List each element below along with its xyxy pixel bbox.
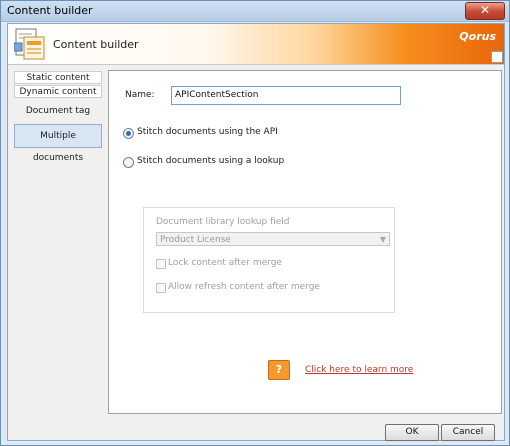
header-banner: Content builder Qorus bbox=[8, 24, 504, 65]
content-builder-icon bbox=[14, 28, 45, 60]
window-title: Content builder bbox=[7, 4, 93, 17]
lock-content-label: Lock content after merge bbox=[168, 258, 282, 268]
help-icon[interactable]: ? bbox=[268, 360, 290, 380]
lookup-field-label: Document library lookup field bbox=[156, 217, 290, 227]
close-icon: ✕ bbox=[479, 3, 491, 17]
learn-more-link[interactable]: Click here to learn more bbox=[305, 365, 413, 375]
lookup-field-select[interactable]: Product License ▼ bbox=[156, 232, 390, 246]
banner-title: Content builder bbox=[53, 38, 139, 51]
sidebar-nav: Static content Dynamic content Document … bbox=[14, 70, 102, 410]
close-button[interactable]: ✕ bbox=[465, 2, 505, 20]
lookup-field-value: Product License bbox=[160, 235, 231, 245]
stitch-api-radio[interactable] bbox=[123, 128, 134, 139]
title-bar[interactable]: Content builder ✕ bbox=[1, 1, 509, 22]
stitch-api-label: Stitch documents using the API bbox=[137, 127, 278, 137]
cancel-button[interactable]: Cancel bbox=[441, 424, 495, 441]
dialog-client-area: Content builder Qorus Static content Dyn… bbox=[7, 23, 505, 441]
sidebar-item-label: Multiple documents bbox=[32, 131, 84, 163]
sidebar-item-static-content[interactable]: Static content bbox=[14, 71, 102, 84]
name-label: Name: bbox=[125, 90, 155, 100]
sidebar-item-dynamic-content[interactable]: Dynamic content bbox=[14, 85, 102, 98]
sidebar-item-document-tag[interactable]: Document tag bbox=[14, 99, 102, 123]
name-input[interactable]: APIContentSection bbox=[171, 86, 401, 105]
sidebar-item-multiple-documents[interactable]: Multiple documents bbox=[14, 124, 102, 163]
sidebar-item-label: Dynamic content bbox=[19, 87, 97, 97]
lock-content-checkbox[interactable] bbox=[156, 259, 166, 269]
resize-grip-icon[interactable] bbox=[491, 51, 503, 63]
content-builder-window: Content builder ✕ Content builder Qorus … bbox=[0, 0, 510, 446]
stitch-lookup-radio[interactable] bbox=[123, 157, 134, 168]
chevron-down-icon: ▼ bbox=[379, 235, 386, 244]
allow-refresh-checkbox[interactable] bbox=[156, 283, 166, 293]
allow-refresh-label: Allow refresh content after merge bbox=[168, 282, 320, 292]
multiple-documents-panel: Name: APIContentSection Stitch documents… bbox=[108, 70, 502, 414]
sidebar-item-label: Static content bbox=[26, 73, 90, 83]
brand-logo: Qorus bbox=[459, 30, 496, 43]
stitch-lookup-label: Stitch documents using a lookup bbox=[137, 156, 285, 166]
lookup-options-group: Document library lookup field Product Li… bbox=[143, 207, 395, 313]
sidebar-item-label: Document tag bbox=[25, 106, 91, 116]
ok-button[interactable]: OK bbox=[385, 424, 439, 441]
